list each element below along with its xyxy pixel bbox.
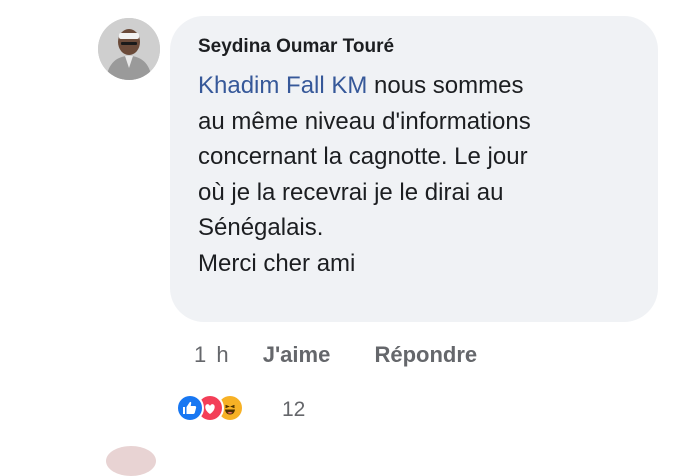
comment-text-fragment: nous sommes bbox=[367, 72, 524, 99]
reply-button[interactable]: Répondre bbox=[374, 342, 477, 368]
comment-line: où je la recevrai je le dirai au bbox=[198, 178, 504, 206]
comment-line: au même niveau d'informations bbox=[198, 107, 531, 135]
comment-line: concernant la cagnotte. Le jour bbox=[198, 143, 528, 170]
comment-timestamp[interactable]: 1 h bbox=[194, 342, 231, 368]
profile-photo-icon bbox=[98, 18, 160, 80]
comment-bubble: Seydina Oumar Touré Khadim Fall KM nous … bbox=[170, 16, 658, 322]
like-button[interactable]: J'aime bbox=[263, 342, 331, 368]
reaction-count: 12 bbox=[282, 398, 306, 421]
comment-actions: 1 h J'aime Répondre bbox=[194, 342, 477, 372]
avatar[interactable] bbox=[98, 18, 160, 80]
comment-line: Merci cher ami bbox=[198, 249, 356, 277]
comment: Seydina Oumar Touré Khadim Fall KM nous … bbox=[0, 0, 696, 476]
comment-line: Khadim Fall KM nous sommes bbox=[198, 68, 648, 104]
comment-text: Khadim Fall KM nous sommes au même nivea… bbox=[198, 68, 648, 281]
comment-author[interactable]: Seydina Oumar Touré bbox=[198, 36, 394, 58]
like-icon bbox=[176, 394, 204, 422]
comment-line: Sénégalais. bbox=[198, 214, 324, 241]
mention-link[interactable]: Khadim Fall KM bbox=[198, 72, 367, 99]
next-comment-avatar[interactable] bbox=[106, 446, 156, 476]
